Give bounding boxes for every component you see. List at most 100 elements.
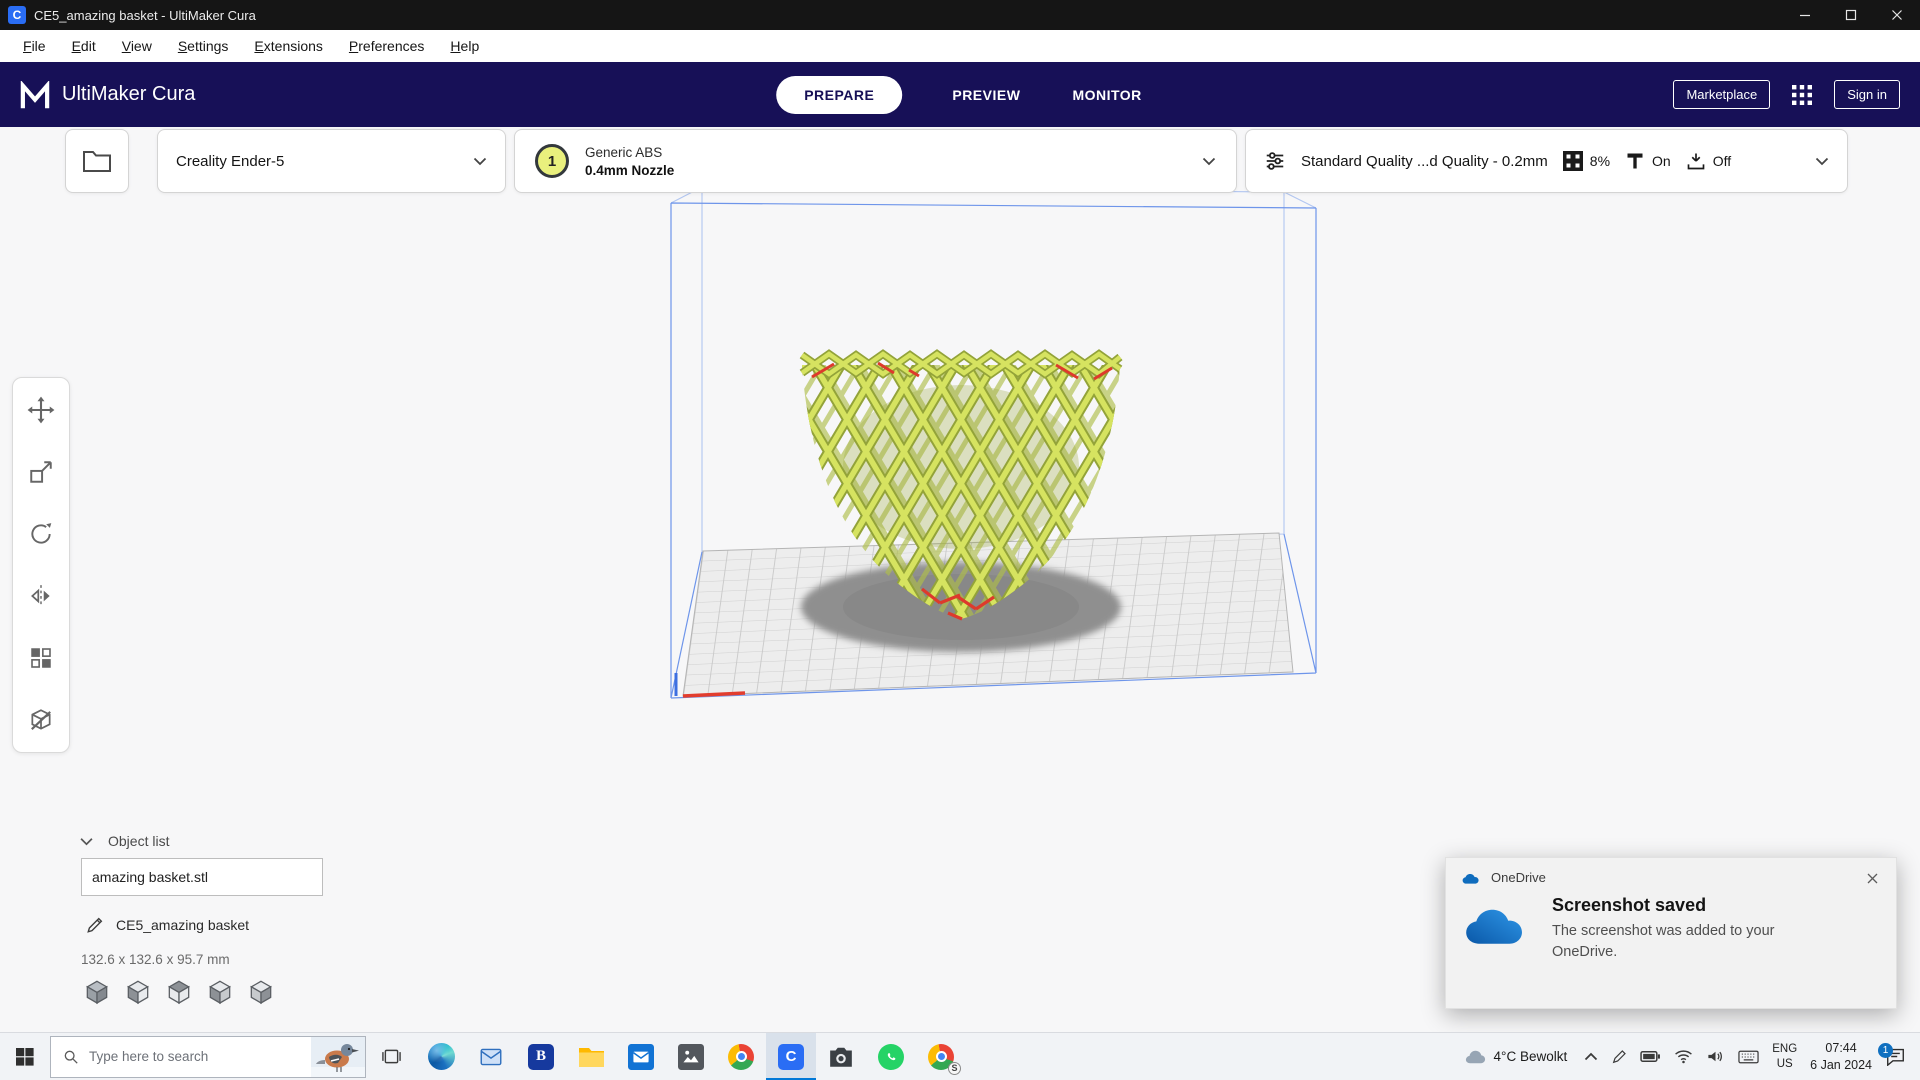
minimize-icon xyxy=(1800,14,1810,17)
volume-tray-icon[interactable] xyxy=(1706,1049,1725,1064)
whatsapp-phone-glyph xyxy=(887,1053,895,1061)
marketplace-button[interactable]: Marketplace xyxy=(1673,80,1771,109)
battery-tray-icon[interactable] xyxy=(1640,1050,1661,1063)
onedrive-cloud-logo xyxy=(1466,909,1522,944)
language-indicator[interactable]: ENG US xyxy=(1772,1042,1797,1072)
action-center-button[interactable]: 1 xyxy=(1878,1043,1912,1066)
start-button[interactable] xyxy=(0,1033,50,1080)
notification-close-button[interactable] xyxy=(1861,867,1883,889)
menu-extensions[interactable]: Extensions xyxy=(241,33,336,59)
object-list-item[interactable]: amazing basket.stl xyxy=(81,858,323,896)
tab-monitor[interactable]: MONITOR xyxy=(1070,77,1143,113)
menu-file[interactable]: File xyxy=(10,33,59,59)
sign-in-button[interactable]: Sign in xyxy=(1834,80,1900,109)
menu-help[interactable]: Help xyxy=(437,33,492,59)
pen-icon xyxy=(1612,1049,1627,1063)
network-tray-icon[interactable] xyxy=(1674,1049,1693,1064)
close-icon xyxy=(1892,10,1902,20)
taskbar-app-camera[interactable] xyxy=(816,1033,866,1080)
infill-icon xyxy=(1562,151,1583,171)
print-settings-selector[interactable]: Standard Quality ...d Quality - 0.2mm 8%… xyxy=(1245,129,1848,193)
view-top-icon[interactable] xyxy=(165,978,193,1006)
hidden-icons-chevron[interactable] xyxy=(1584,1052,1598,1061)
whatsapp-icon xyxy=(878,1043,904,1070)
taskbar-app-chrome-profile[interactable]: S xyxy=(916,1033,966,1080)
file-explorer-icon xyxy=(578,1047,604,1067)
keyboard-icon xyxy=(1738,1050,1759,1063)
chevron-up-icon xyxy=(1585,1052,1598,1061)
tool-mirror[interactable] xyxy=(26,581,56,611)
taskbar-app-outlook[interactable] xyxy=(616,1033,666,1080)
speaker-icon xyxy=(1708,1051,1723,1062)
taskbar-app-cura[interactable]: C xyxy=(766,1032,816,1080)
job-name-row[interactable]: CE5_amazing basket xyxy=(86,916,249,934)
chevron-down-icon xyxy=(1202,157,1216,165)
printer-selector[interactable]: Creality Ender-5 xyxy=(157,129,506,193)
view-left-icon[interactable] xyxy=(206,978,234,1006)
tool-per-model-settings[interactable] xyxy=(26,643,56,673)
close-button[interactable] xyxy=(1874,0,1920,30)
open-file-button[interactable] xyxy=(65,129,129,193)
tool-support-blocker[interactable] xyxy=(26,705,56,735)
extruder-number: 1 xyxy=(547,152,557,170)
pencil-icon xyxy=(87,917,103,933)
notification-count-badge: 1 xyxy=(1878,1043,1893,1058)
pen-tray-icon[interactable] xyxy=(1611,1049,1627,1065)
taskbar-app-photos[interactable] xyxy=(666,1033,716,1080)
taskbar-app-file-explorer[interactable] xyxy=(566,1033,616,1080)
view-right-icon[interactable] xyxy=(247,978,275,1006)
clock[interactable]: 07:44 6 Jan 2024 xyxy=(1810,1040,1872,1074)
sliders-icon xyxy=(1266,152,1284,170)
brand-name: UltiMaker Cura xyxy=(62,83,196,105)
material-name: Generic ABS xyxy=(585,144,663,160)
view-front-icon[interactable] xyxy=(124,978,152,1006)
tool-rotate[interactable] xyxy=(26,519,56,549)
search-highlight-bird-image[interactable] xyxy=(311,1036,365,1077)
menu-view[interactable]: View xyxy=(109,33,165,59)
weather-widget[interactable]: 4°C Bewolkt xyxy=(1460,1048,1572,1065)
view-orientation-buttons xyxy=(83,978,275,1006)
per-model-settings-icon xyxy=(31,648,51,668)
chevron-down-icon xyxy=(473,157,487,165)
wifi-icon xyxy=(1675,1050,1693,1064)
apps-grid-icon[interactable] xyxy=(1792,84,1813,105)
touch-keyboard-tray-icon[interactable] xyxy=(1738,1050,1759,1064)
material-selector[interactable]: 1 Generic ABS 0.4mm Nozzle xyxy=(514,129,1237,193)
ultimaker-logo: UltiMaker Cura xyxy=(18,80,196,109)
object-list-toggle[interactable]: Object list xyxy=(80,833,169,849)
maximize-button[interactable] xyxy=(1828,0,1874,30)
taskbar-app-whatsapp[interactable] xyxy=(866,1033,916,1080)
support-value: On xyxy=(1652,153,1671,169)
support-blocker-icon xyxy=(31,709,51,730)
infill-value: 8% xyxy=(1589,153,1611,169)
extruder-1-badge: 1 xyxy=(535,144,569,178)
task-view-icon xyxy=(381,1049,401,1064)
search-icon xyxy=(64,1050,78,1064)
camera-icon xyxy=(830,1047,852,1067)
view-3d-icon[interactable] xyxy=(83,978,111,1006)
taskbar-app-mail[interactable] xyxy=(466,1033,516,1080)
tab-prepare[interactable]: PREPARE xyxy=(776,75,903,114)
taskbar: Type here to search B C S 4°C Bewolkt EN… xyxy=(0,1032,1920,1080)
tab-preview[interactable]: PREVIEW xyxy=(950,77,1022,113)
taskbar-app-chrome[interactable] xyxy=(716,1033,766,1080)
menu-preferences[interactable]: Preferences xyxy=(336,33,438,59)
adhesion-value: Off xyxy=(1712,153,1732,169)
menu-edit[interactable]: Edit xyxy=(59,33,109,59)
chevron-down-icon xyxy=(80,837,93,845)
scale-icon xyxy=(30,461,52,483)
tool-scale[interactable] xyxy=(26,457,56,487)
maximize-icon xyxy=(1845,9,1857,21)
b-app-icon: B xyxy=(528,1043,554,1070)
minimize-button[interactable] xyxy=(1782,0,1828,30)
taskbar-app-b[interactable]: B xyxy=(516,1033,566,1080)
taskbar-app-edge[interactable] xyxy=(416,1033,466,1080)
task-view-button[interactable] xyxy=(366,1033,416,1080)
weather-text: 4°C Bewolkt xyxy=(1493,1049,1568,1064)
tool-move[interactable] xyxy=(26,395,56,425)
menu-settings[interactable]: Settings xyxy=(165,33,242,59)
cloud-icon xyxy=(1465,1050,1485,1064)
support-setting: On xyxy=(1625,151,1671,171)
taskbar-search[interactable]: Type here to search xyxy=(50,1035,366,1078)
onedrive-small-icon xyxy=(1462,873,1479,884)
